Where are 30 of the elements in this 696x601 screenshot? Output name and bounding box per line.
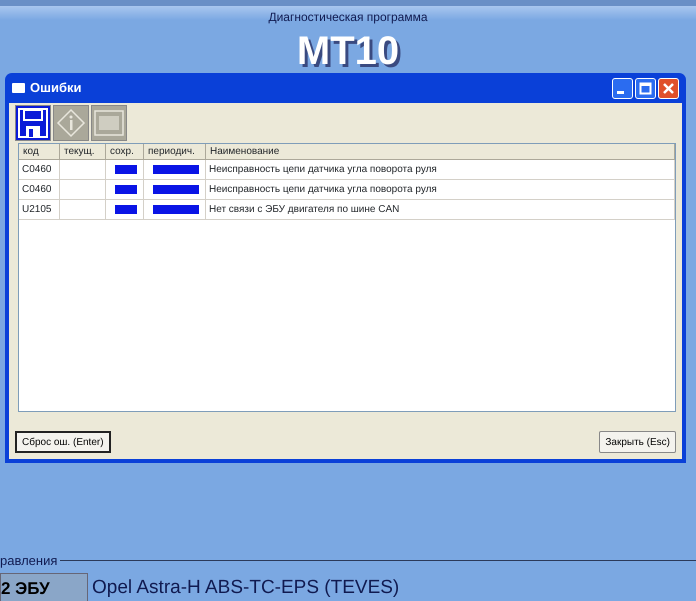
info-icon	[56, 108, 86, 138]
save-icon	[18, 108, 48, 138]
table-cell: U2105	[19, 200, 60, 220]
table-cell: Неисправность цепи датчика угла поворота руля	[206, 180, 675, 200]
minimize-icon	[617, 90, 624, 94]
window-title: Ошибки	[30, 79, 82, 98]
column-header[interactable]: текущ.	[60, 144, 106, 160]
close-dialog-button[interactable]: Закрыть (Esc)	[599, 431, 676, 453]
table-cell: C0460	[19, 180, 60, 200]
reset-button[interactable]: Сброс ош. (Enter)	[15, 431, 111, 453]
group-legend: равления	[0, 551, 58, 570]
column-header[interactable]: сохр.	[106, 144, 144, 160]
vehicle-label: Opel Astra-H ABS-TC-EPS (TEVES)	[92, 576, 400, 600]
column-header[interactable]: Наименование	[206, 144, 675, 160]
app-title: MT10	[296, 29, 400, 73]
minimize-button[interactable]	[612, 78, 633, 98]
table-cell: Неисправность цепи датчика угла поворота руля	[206, 160, 675, 180]
maximize-button[interactable]	[635, 78, 656, 98]
table-cell: Нет связи с ЭБУ двигателя по шине CAN	[206, 200, 675, 220]
column-header[interactable]: код	[19, 144, 60, 160]
table-cell: C0460	[19, 160, 60, 180]
app-subtitle: Диагностическая программа	[268, 10, 428, 24]
maximize-icon	[639, 82, 652, 94]
column-header[interactable]: периодич.	[144, 144, 206, 160]
toolbar-button[interactable]	[15, 105, 51, 141]
close-button[interactable]	[658, 78, 679, 98]
window-icon	[12, 83, 25, 93]
close-icon	[662, 82, 675, 94]
film-icon	[94, 110, 124, 136]
ecu-button[interactable]: 2 ЭБУ	[0, 572, 88, 601]
